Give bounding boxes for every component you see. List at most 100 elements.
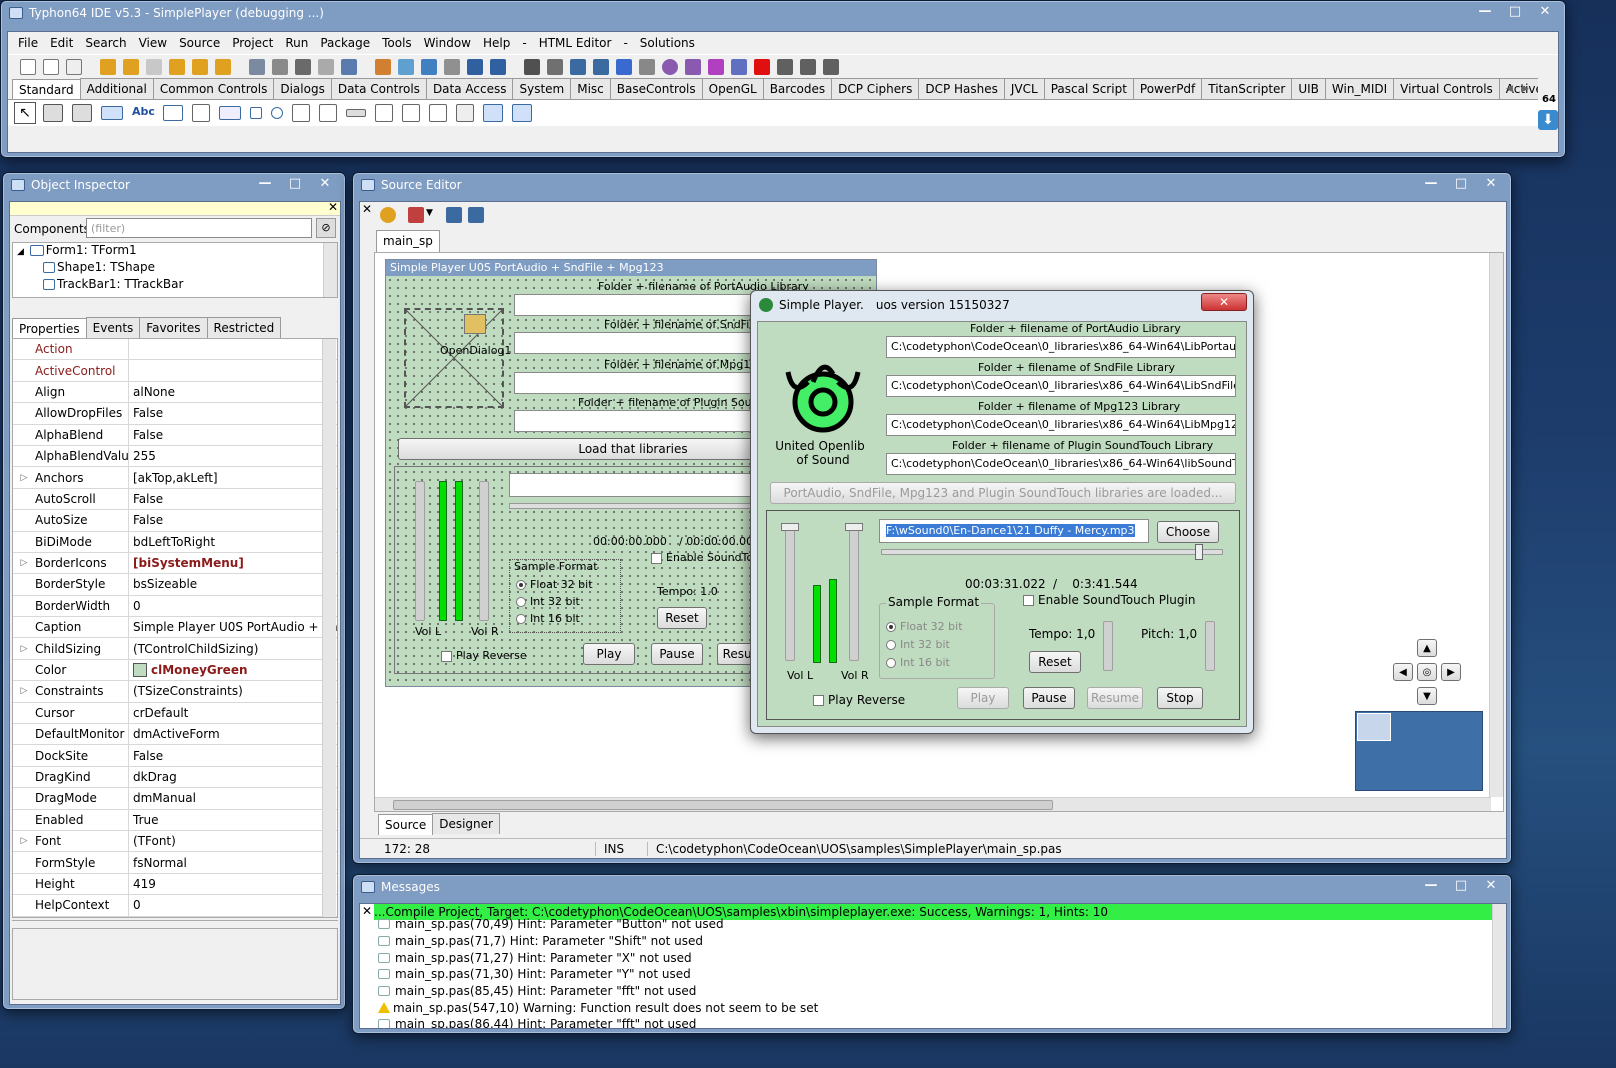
palette-tab-9[interactable]: OpenGL [701,78,764,99]
memo-component-icon[interactable] [192,104,210,122]
palette-down-arrow-icon[interactable]: ⬇ [1538,110,1558,130]
property-row[interactable]: AlphaBlendValue 255 [13,445,337,468]
palette-tab-8[interactable]: BaseControls [609,78,703,99]
nav-left-button[interactable]: ◀ [1393,663,1413,681]
designer-vol-r-slider[interactable] [479,481,489,621]
player-pause-button[interactable]: Pause [1023,687,1075,709]
player-path-mpg123[interactable]: C:\codetyphon\CodeOcean\0_libraries\x86_… [886,414,1236,436]
property-value[interactable]: [akTop,akLeft] [129,467,337,487]
inspector-tab-3[interactable]: Restricted [206,317,282,338]
target-icon[interactable] [570,58,586,75]
menu-item-2[interactable]: Search [79,33,132,53]
checkbox-component-icon[interactable] [250,107,262,119]
design-surface-hscroll[interactable] [375,797,1491,811]
frame-component-icon[interactable] [483,104,503,122]
units-icon[interactable] [444,58,460,75]
editor-maximize-button[interactable]: □ [1447,175,1475,193]
panel-component-icon[interactable] [456,104,474,122]
property-row[interactable]: Align alNone [13,381,337,404]
nav-down-button[interactable]: ▼ [1417,687,1437,705]
minimize-button[interactable]: — [1471,3,1499,21]
property-value[interactable]: bdLeftToRight [129,532,337,552]
player-format-int32[interactable]: Int 32 bit [886,638,950,651]
nav-right-button[interactable]: ▶ [1441,663,1461,681]
property-row[interactable]: HelpContext 0 [13,895,337,917]
player-resume-button[interactable]: Resume [1087,687,1143,709]
checkgroup-component-icon[interactable] [429,104,447,122]
hscroll-thumb[interactable] [393,800,1053,810]
step-out-icon[interactable] [823,58,839,75]
inspector-tab-0[interactable]: Properties [12,318,87,339]
menu-item-0[interactable]: File [12,33,44,53]
menu-item-7[interactable]: Package [314,33,376,53]
property-row[interactable]: Caption Simple Player U0S PortAudio + Snd… [13,617,337,639]
property-value[interactable]: (TFont) [129,831,337,851]
player-path-soundtouch[interactable]: C:\codetyphon\CodeOcean\0_libraries\x86_… [886,453,1236,475]
button-component-icon[interactable] [101,106,123,120]
message-line[interactable]: main_sp.pas(85,45) Hint: Parameter "fft"… [374,983,1492,1000]
palette-tab-2[interactable]: Common Controls [152,78,275,99]
components-filter-input[interactable]: (filter) [86,218,312,238]
expand-arrow-icon[interactable]: ▷ [13,686,35,696]
player-position-track[interactable] [881,544,1223,560]
package-icon[interactable] [169,58,185,75]
messages-maximize-button[interactable]: □ [1447,877,1475,895]
player-close-button[interactable]: ✕ [1201,293,1247,311]
message-line[interactable]: main_sp.pas(547,10) Warning: Function re… [374,999,1492,1016]
message-line[interactable]: main_sp.pas(71,7) Hint: Parameter "Shift… [374,933,1492,950]
palette-tab-17[interactable]: UIB [1291,78,1326,99]
inspector-tab-2[interactable]: Favorites [139,317,208,338]
palette-tab-7[interactable]: Misc [570,78,611,99]
player-position-thumb[interactable] [1194,544,1203,560]
inspector-close-button[interactable]: ✕ [311,175,339,193]
player-format-float32[interactable]: Float 32 bit [886,620,963,633]
settings-icon[interactable] [547,58,563,75]
menu-item-1[interactable]: Edit [44,33,79,53]
editor-toolbar-icon-1[interactable] [380,207,396,223]
designer-pause-button[interactable]: Pause [651,643,703,665]
messages-scrollbar[interactable] [1492,904,1506,1028]
wave-icon[interactable] [616,58,632,75]
property-row[interactable]: BiDiMode bdLeftToRight [13,531,337,553]
property-row[interactable]: DragMode dmManual [13,788,337,810]
maximize-button[interactable]: □ [1501,3,1529,21]
messages-title-bar[interactable]: Messages [353,875,1511,899]
listbox-component-icon[interactable] [292,104,310,122]
stop-icon[interactable] [754,58,770,75]
designer-play-reverse[interactable]: Play Reverse [441,649,527,662]
expand-arrow-icon[interactable]: ▷ [13,644,35,654]
player-vol-l-thumb[interactable] [781,523,799,531]
actionlist-component-icon[interactable] [512,104,532,122]
menu-item-8[interactable]: Tools [376,33,418,53]
edit-component-icon[interactable] [163,105,183,121]
property-value[interactable]: False [129,403,337,423]
scrollbar-component-icon[interactable] [346,109,366,117]
palette-scroll-right[interactable]: ▶ [1522,84,1536,100]
designer-enable-soundtouch[interactable]: Enable SoundTo [651,551,753,564]
property-value[interactable] [129,360,337,380]
player-vol-r-thumb[interactable] [845,523,863,531]
save-icon[interactable] [272,58,288,75]
editor-close-button[interactable]: ✕ [1477,175,1505,193]
gear-icon[interactable] [662,58,678,75]
copy-icon[interactable] [318,58,334,75]
editor-toolbar-icon-2[interactable] [408,207,424,223]
popupmenu-component-icon[interactable] [72,104,92,122]
menu-item-4[interactable]: Source [173,33,226,53]
property-value[interactable]: (TSizeConstraints) [129,681,337,701]
forms-icon[interactable] [467,58,483,75]
property-value[interactable] [129,339,337,359]
player-reset-button[interactable]: Reset [1029,651,1081,673]
property-value[interactable]: fsNormal [129,852,337,872]
inspector-splitter[interactable] [12,920,338,924]
save-all-icon[interactable] [295,58,311,75]
expand-arrow-icon[interactable]: ▷ [13,473,35,483]
player-pitch-slider[interactable] [1205,621,1215,671]
property-row[interactable]: Height 419 [13,873,337,896]
property-value[interactable]: Simple Player U0S PortAudio + SndF [129,617,337,637]
player-format-int16[interactable]: Int 16 bit [886,656,950,669]
palette-tab-0[interactable]: Standard [12,79,81,99]
property-row[interactable]: ▷ BorderIcons [biSystemMenu] [13,552,337,575]
property-value[interactable]: 0 [129,596,337,616]
player-stop-button[interactable]: Stop [1157,687,1203,709]
